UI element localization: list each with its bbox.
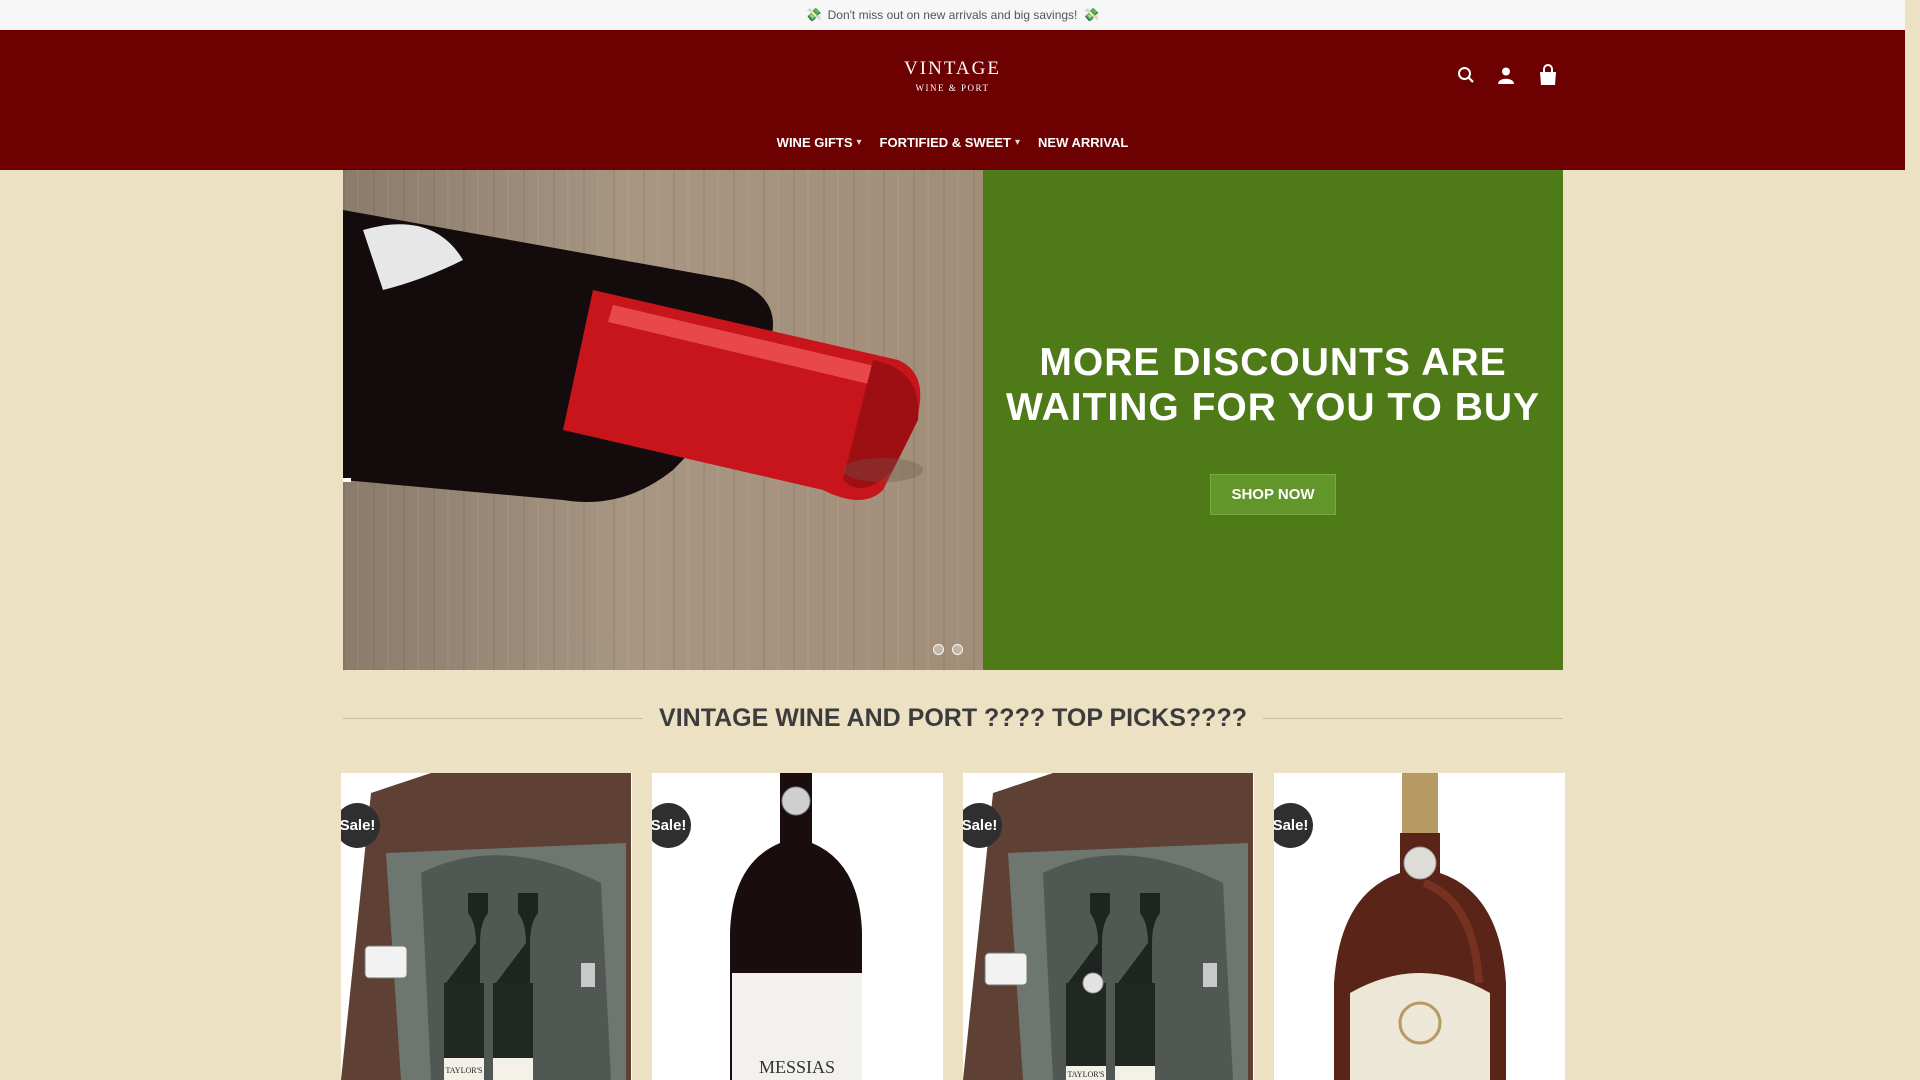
main-nav: WINE GIFTS ▾ FORTIFIED & SWEET ▾ NEW ARR… — [0, 135, 1905, 150]
nav-wine-gifts[interactable]: WINE GIFTS ▾ — [777, 135, 862, 150]
slider-dot[interactable] — [933, 644, 944, 655]
money-with-wings-icon: 💸 — [1083, 7, 1100, 22]
shop-now-button[interactable]: SHOP NOW — [1210, 474, 1336, 515]
product-card[interactable]: Sale! TAYLOR'S — [963, 773, 1254, 1080]
slider-dots — [933, 644, 963, 655]
product-image: MESSIAS — [730, 773, 862, 1080]
product-card[interactable]: Sale! MESSIAS — [652, 773, 943, 1080]
site-logo[interactable]: VINTAGE WINE & PORT — [904, 58, 1001, 93]
section-title: VINTAGE WINE AND PORT ???? TOP PICKS???? — [659, 703, 1247, 732]
header-icons — [1457, 64, 1559, 86]
cart-icon[interactable] — [1537, 64, 1559, 86]
nav-label: NEW ARRIVAL — [1038, 135, 1129, 150]
section-header: VINTAGE WINE AND PORT ???? TOP PICKS???? — [343, 698, 1564, 738]
account-icon[interactable] — [1497, 66, 1515, 84]
bottle-label: TAYLOR'S — [446, 1066, 483, 1075]
chevron-down-icon: ▾ — [1015, 137, 1021, 148]
search-icon[interactable] — [1457, 66, 1475, 84]
nav-label: WINE GIFTS — [776, 135, 853, 150]
product-card[interactable]: Sale! — [1274, 773, 1565, 1080]
nav-fortified-sweet[interactable]: FORTIFIED & SWEET ▾ — [880, 135, 1020, 150]
divider — [1262, 717, 1564, 719]
hero-title-line1: MORE DISCOUNTS ARE — [1039, 341, 1507, 384]
divider — [343, 717, 644, 719]
product-card[interactable]: Sale! TAYLOR'S — [341, 773, 632, 1080]
promo-text: Don't miss out on new arrivals and big s… — [827, 8, 1078, 22]
logo-subtitle: WINE & PORT — [915, 83, 990, 93]
nav-label: FORTIFIED & SWEET — [879, 135, 1011, 150]
hero-image — [343, 170, 983, 670]
hero-slider: MORE DISCOUNTS ARE WAITING FOR YOU TO BU… — [343, 170, 1563, 670]
chevron-down-icon: ▾ — [856, 137, 862, 148]
hero-title-line2: WAITING FOR YOU TO BUY — [1005, 386, 1541, 429]
product-grid: Sale! TAYLOR'S Sale! MESSIAS Sale! TAYLO… — [341, 773, 1565, 1080]
product-image — [1334, 773, 1506, 1080]
money-with-wings-icon: 💸 — [805, 7, 822, 22]
bottle-label: TAYLOR'S — [1068, 1070, 1105, 1079]
site-header: VINTAGE WINE & PORT WINE GIFTS ▾ FORTIFI… — [0, 30, 1905, 170]
promo-bar: 💸 Don't miss out on new arrivals and big… — [0, 0, 1905, 30]
logo-name: VINTAGE — [904, 58, 1001, 79]
wine-bottle-image — [343, 210, 923, 502]
slider-dot[interactable] — [952, 644, 963, 655]
product-image: TAYLOR'S — [341, 773, 631, 1080]
bottle-label: MESSIAS — [759, 1057, 835, 1077]
product-image: TAYLOR'S — [963, 773, 1253, 1080]
hero-title: MORE DISCOUNTS ARE WAITING FOR YOU TO BU… — [1003, 340, 1543, 430]
hero-panel: MORE DISCOUNTS ARE WAITING FOR YOU TO BU… — [983, 170, 1563, 670]
nav-new-arrival[interactable]: NEW ARRIVAL — [1038, 135, 1128, 150]
